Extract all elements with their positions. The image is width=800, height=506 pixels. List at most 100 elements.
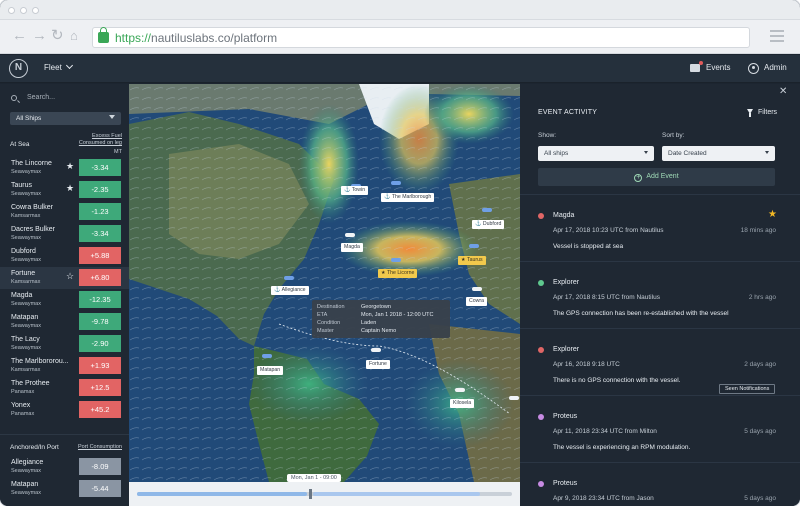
caret-down-icon (109, 115, 115, 119)
ship-name: The Lincorne (11, 160, 52, 167)
ship-marker[interactable] (345, 233, 355, 237)
ship-label-kilosela[interactable]: Kilosela (450, 399, 475, 408)
fuel-value-badge: -2.90 (79, 335, 121, 352)
ship-marker[interactable] (284, 276, 294, 280)
ship-row[interactable]: The Prothee Panamax +12.5 (0, 377, 129, 399)
star-icon[interactable]: ★ (768, 210, 777, 220)
add-event-button[interactable]: + Add Event (538, 168, 775, 186)
ship-label-marlborough[interactable]: ⚓ The Marlborough (381, 193, 435, 202)
event-item[interactable]: Proteus Apr 11, 2018 23:34 UTC from Milto… (520, 395, 800, 461)
window-close-dot[interactable] (8, 7, 15, 14)
ship-label-taurus[interactable]: ★ Taurus (458, 256, 486, 265)
ship-search[interactable]: Search... (10, 93, 120, 107)
ship-row[interactable]: Magda Seawaymax -12.35 (0, 289, 129, 311)
tooltip-master-label: Master (317, 328, 334, 334)
home-icon[interactable]: ⌂ (70, 28, 78, 44)
event-date: Apr 16, 2018 9:18 UTC (553, 361, 620, 368)
event-ship-name: Proteus (553, 480, 578, 487)
ship-row[interactable]: Yonex Panamax +45.2 (0, 399, 129, 421)
ship-marker[interactable] (482, 208, 492, 212)
event-item[interactable]: Explorer Apr 17, 2018 8:15 UTC from Nauti… (520, 261, 800, 327)
ship-row[interactable]: The Lacy Seawaymax -2.90 (0, 333, 129, 355)
events-bell-icon[interactable] (690, 61, 703, 72)
star-icon[interactable]: ☆ (66, 272, 74, 281)
admin-link[interactable]: Admin (764, 63, 787, 72)
ships-filter-select[interactable]: All Ships (10, 112, 121, 125)
anchored-label: Anchored/In Port (10, 444, 59, 451)
ship-row[interactable]: Dacres Bulker Seawaymax -3.34 (0, 223, 129, 245)
ship-marker[interactable] (455, 388, 465, 392)
window-titlebar (0, 0, 800, 20)
back-icon[interactable]: ← (12, 28, 27, 44)
ship-label-dubford[interactable]: ⚓ Dubford (472, 220, 505, 229)
tooltip-condition-label: Condition (317, 320, 341, 326)
port-consumption-header[interactable]: Port Consumption (68, 444, 122, 451)
sort-select[interactable]: Date Created (662, 146, 775, 161)
events-link[interactable]: Events (706, 63, 730, 72)
ship-row[interactable]: The Lincorne Seawaymax ★ -3.34 (0, 157, 129, 179)
ship-marker[interactable] (262, 354, 272, 358)
event-time-ago: 5 days ago (744, 428, 776, 435)
close-icon[interactable]: ✕ (779, 86, 787, 97)
excess-fuel-header[interactable]: Excess Fuel Consumed on leg (68, 133, 122, 147)
star-icon[interactable]: ★ (66, 184, 74, 193)
window-minimize-dot[interactable] (20, 7, 27, 14)
url-text: https://nautiluslabs.co/platform (115, 31, 278, 45)
tooltip-destination-label: Destination (317, 304, 345, 310)
window-maximize-dot[interactable] (32, 7, 39, 14)
timeline-handle[interactable] (308, 489, 312, 499)
user-icon[interactable] (748, 63, 759, 74)
ship-label-towin[interactable]: ⚓ Towin (341, 186, 369, 195)
ship-marker[interactable] (391, 258, 401, 262)
ship-label-cowra[interactable]: Cowra (466, 297, 487, 306)
filters-button[interactable]: Filters (758, 109, 777, 116)
ship-label-lincorne[interactable]: ★ The Licorne (378, 269, 418, 278)
ship-label-allegiance[interactable]: ⚓ Allegiance (271, 286, 309, 295)
ship-class: Panamax (11, 411, 35, 417)
ship-class: Seawaymax (11, 169, 41, 175)
ship-name: The Prothee (11, 380, 50, 387)
ship-marker[interactable] (472, 287, 482, 291)
add-event-label: Add Event (646, 173, 679, 180)
forward-icon[interactable]: → (32, 28, 47, 44)
port-consumption-badge: -5.44 (79, 480, 121, 497)
ship-label-magda[interactable]: Magda (341, 243, 363, 252)
ship-row[interactable]: Matapan Seawaymax -9.78 (0, 311, 129, 333)
fuel-value-badge: +12.5 (79, 379, 121, 396)
ship-marker[interactable] (509, 396, 519, 400)
timeline-track[interactable] (137, 489, 512, 499)
ship-row[interactable]: Taurus Seawaymax ★ -2.35 (0, 179, 129, 201)
ship-class: Kamsarmax (11, 213, 41, 219)
ship-marker[interactable] (371, 348, 381, 352)
ship-row[interactable]: Fortune Kamsarmax ☆ +6.80 (0, 267, 129, 289)
tooltip-destination-value: Georgetown (361, 304, 391, 310)
ship-marker[interactable] (469, 244, 479, 248)
app-header: N Fleet Events Admin (0, 55, 800, 83)
ship-row[interactable]: Allegiance Seawaymax -8.09 (0, 456, 129, 478)
ship-row[interactable]: Cowra Bulker Kamsarmax -1.23 (0, 201, 129, 223)
status-dot-icon (538, 481, 544, 487)
event-time-ago: 2 hrs ago (748, 294, 776, 301)
reload-icon[interactable]: ↻ (51, 28, 64, 44)
ship-label-matapan[interactable]: Matapan (257, 366, 284, 375)
filter-icon[interactable] (747, 109, 753, 117)
event-ship-name: Explorer (553, 279, 580, 286)
fleet-map[interactable]: ⚓ Towin ⚓ The Marlborough ⚓ Dubford Magd… (129, 84, 520, 506)
ship-row[interactable]: The Marlbororou... Kamsarmax +1.93 (0, 355, 129, 377)
browser-menu-icon[interactable] (770, 30, 784, 42)
event-item[interactable]: Magda Apr 17, 2018 10:23 UTC from Nautilu… (520, 194, 800, 260)
nautilus-logo[interactable]: N (9, 59, 28, 78)
ship-label-fortune[interactable]: Fortune (366, 360, 390, 369)
event-item[interactable]: Proteus Apr 9, 2018 23:34 UTC from Jason 5… (520, 462, 800, 506)
ship-row[interactable]: Dubford Seawaymax +5.88 (0, 245, 129, 267)
caret-down-icon (644, 151, 648, 154)
map-canvas[interactable] (129, 84, 520, 482)
fleet-dropdown[interactable]: Fleet (44, 61, 73, 72)
show-select[interactable]: All ships (538, 146, 654, 161)
fuel-value-badge: +5.88 (79, 247, 121, 264)
ship-marker[interactable] (391, 181, 401, 185)
star-icon[interactable]: ★ (66, 162, 74, 171)
address-bar[interactable]: https://nautiluslabs.co/platform (92, 27, 750, 48)
seen-notifications-button[interactable]: Seen Notifications (719, 384, 776, 394)
ship-row[interactable]: Matapan Seawaymax -5.44 (0, 478, 129, 500)
